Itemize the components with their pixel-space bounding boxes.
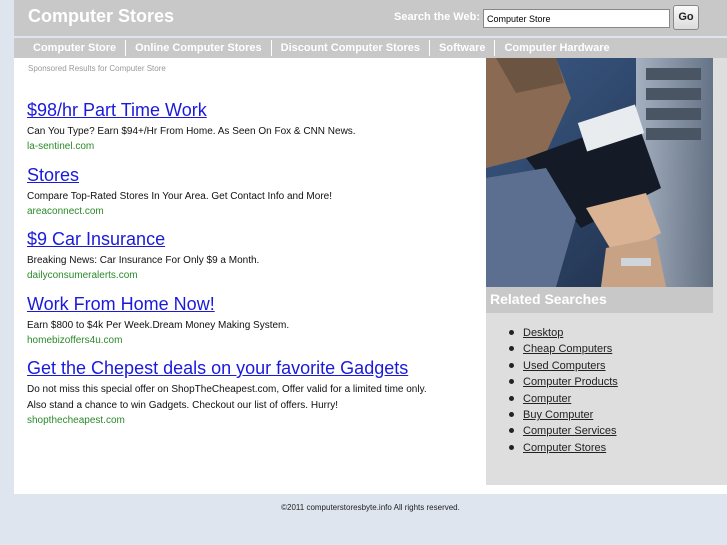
related-search-item[interactable]: Computer Stores	[486, 440, 713, 456]
ad-url[interactable]: shopthecheapest.com	[27, 414, 437, 428]
ad-title-link[interactable]: Get the Chepest deals on your favorite G…	[27, 358, 437, 378]
related-search-link[interactable]: Computer Products	[523, 376, 618, 388]
related-search-item[interactable]: Used Computers	[486, 358, 713, 374]
related-search-link[interactable]: Computer	[523, 393, 571, 405]
related-search-link[interactable]: Desktop	[523, 327, 563, 339]
related-searches-list: Desktop Cheap Computers Used Computers C…	[486, 313, 713, 485]
site-header: Computer Stores Search the Web: Go	[14, 0, 727, 36]
nav-item-computer-hardware[interactable]: Computer Hardware	[494, 40, 618, 56]
ad-listing: Get the Chepest deals on your favorite G…	[27, 358, 437, 428]
related-search-link[interactable]: Computer Services	[523, 425, 617, 437]
ad-title-link[interactable]: Work From Home Now!	[27, 294, 437, 314]
ad-url[interactable]: la-sentinel.com	[27, 140, 437, 154]
ad-listing: Stores Compare Top-Rated Stores In Your …	[27, 165, 437, 219]
related-search-link[interactable]: Computer Stores	[523, 442, 606, 454]
search-input[interactable]	[483, 9, 670, 28]
ad-title-link[interactable]: Stores	[27, 165, 437, 185]
related-searches-title: Related Searches	[490, 291, 607, 307]
related-search-item[interactable]: Desktop	[486, 325, 713, 341]
related-search-link[interactable]: Used Computers	[523, 360, 606, 372]
nav-item-discount-computer-stores[interactable]: Discount Computer Stores	[270, 40, 429, 56]
ad-listing: $98/hr Part Time Work Can You Type? Earn…	[27, 100, 437, 154]
related-search-link[interactable]: Buy Computer	[523, 409, 593, 421]
nav-item-online-computer-stores[interactable]: Online Computer Stores	[125, 40, 271, 56]
ad-listing: $9 Car Insurance Breaking News: Car Insu…	[27, 229, 437, 283]
ad-description: Earn $800 to $4k Per Week.Dream Money Ma…	[27, 320, 290, 331]
related-search-item[interactable]: Computer Services	[486, 423, 713, 439]
nav-item-software[interactable]: Software	[429, 40, 494, 56]
ad-url[interactable]: homebizoffers4u.com	[27, 334, 437, 348]
ad-url[interactable]: dailyconsumeralerts.com	[27, 269, 437, 283]
related-search-item[interactable]: Computer	[486, 391, 713, 407]
ad-url[interactable]: areaconnect.com	[27, 205, 437, 219]
ad-title-link[interactable]: $98/hr Part Time Work	[27, 100, 437, 120]
site-title[interactable]: Computer Stores	[28, 6, 174, 27]
sponsored-label: Sponsored Results for Computer Store	[28, 64, 166, 73]
related-search-item[interactable]: Buy Computer	[486, 407, 713, 423]
technician-photo-illustration	[486, 58, 713, 287]
technician-photo	[486, 58, 713, 287]
ad-description: Can You Type? Earn $94+/Hr From Home. As…	[27, 126, 356, 137]
nav-item-computer-store[interactable]: Computer Store	[24, 40, 125, 56]
ad-description: Do not miss this special offer on ShopTh…	[27, 384, 427, 411]
main-content: Sponsored Results for Computer Store $98…	[14, 58, 486, 494]
ad-listing: Work From Home Now! Earn $800 to $4k Per…	[27, 294, 437, 348]
ad-description: Breaking News: Car Insurance For Only $9…	[27, 255, 260, 266]
related-search-item[interactable]: Cheap Computers	[486, 341, 713, 357]
related-search-link[interactable]: Cheap Computers	[523, 343, 612, 355]
ad-title-link[interactable]: $9 Car Insurance	[27, 229, 437, 249]
sidebar: Related Searches Desktop Cheap Computers…	[486, 58, 727, 485]
footer-copyright: ©2011 computerstoresbyte.info All rights…	[281, 503, 460, 512]
related-search-item[interactable]: Computer Products	[486, 374, 713, 390]
go-button[interactable]: Go	[673, 5, 699, 30]
search-label: Search the Web:	[394, 11, 480, 23]
footer-band	[14, 485, 727, 494]
top-nav: Computer Store Online Computer Stores Di…	[14, 38, 727, 58]
page-wrapper: Computer Stores Search the Web: Go Compu…	[14, 0, 727, 545]
ad-description: Compare Top-Rated Stores In Your Area. G…	[27, 191, 332, 202]
